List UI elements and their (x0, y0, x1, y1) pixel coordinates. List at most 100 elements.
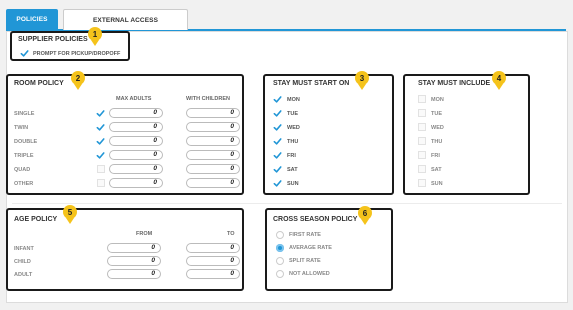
with-children-input[interactable]: 0 (186, 178, 240, 188)
age-to-input[interactable]: 0 (186, 269, 240, 279)
cross-season-radio[interactable] (276, 257, 284, 265)
start-day-checkbox[interactable] (273, 179, 282, 188)
start-day-label: FRI (287, 153, 296, 159)
pickup-dropoff-checkbox[interactable] (20, 49, 29, 58)
include-day-checkbox[interactable] (418, 109, 426, 117)
age-group-label: ADULT (14, 272, 33, 278)
include-day-label: TUE (431, 111, 442, 117)
with-children-input[interactable]: 0 (186, 136, 240, 146)
room-type-label: TWIN (14, 125, 29, 131)
max-adults-input[interactable]: 0 (109, 178, 163, 188)
start-day-checkbox[interactable] (273, 95, 282, 104)
age-to-input[interactable]: 0 (186, 256, 240, 266)
include-day-label: FRI (431, 153, 440, 159)
with-children-input[interactable]: 0 (186, 164, 240, 174)
to-header: TO (227, 231, 235, 237)
room-type-checkbox[interactable] (96, 109, 105, 118)
checkmark-icon (96, 124, 105, 131)
tab-policies[interactable]: POLICIES (6, 9, 58, 30)
checkmark-icon (273, 124, 282, 131)
checkmark-icon (273, 96, 282, 103)
include-day-label: THU (431, 139, 443, 145)
include-day-checkbox[interactable] (418, 95, 426, 103)
with-children-input[interactable]: 0 (186, 108, 240, 118)
cross-season-radio[interactable] (276, 231, 284, 239)
start-day-checkbox[interactable] (273, 151, 282, 160)
room-type-label: QUAD (14, 167, 31, 173)
age-group-label: CHILD (14, 259, 31, 265)
include-day-label: SUN (431, 181, 443, 187)
checkmark-icon (273, 110, 282, 117)
checkmark-icon (273, 166, 282, 173)
cross-season-option-label: SPLIT RATE (289, 258, 321, 264)
start-day-checkbox[interactable] (273, 109, 282, 118)
age-from-input[interactable]: 0 (107, 243, 161, 253)
badge-1: 1 (88, 27, 102, 46)
stay-must-include-section: STAY MUST INCLUDE MON TUE WED THU FRI SAT SUN (403, 74, 530, 195)
checkmark-icon (273, 138, 282, 145)
start-day-label: THU (287, 139, 299, 145)
badge-6: 6 (358, 206, 372, 225)
include-day-checkbox[interactable] (418, 123, 426, 131)
max-adults-input[interactable]: 0 (109, 150, 163, 160)
checkmark-icon (96, 152, 105, 159)
supplier-policies-title: SUPPLIER POLICIES (18, 36, 88, 43)
badge-4: 4 (492, 71, 506, 90)
with-children-input[interactable]: 0 (186, 150, 240, 160)
age-policy-title: AGE POLICY (14, 216, 58, 223)
room-type-checkbox[interactable] (96, 123, 105, 132)
start-day-label: TUE (287, 111, 298, 117)
stay-must-start-on-title: STAY MUST START ON (273, 80, 350, 87)
checkmark-icon (96, 110, 105, 117)
cross-season-radio[interactable] (276, 244, 284, 252)
badge-2: 2 (71, 71, 85, 90)
age-group-label: INFANT (14, 246, 34, 252)
include-day-checkbox[interactable] (418, 165, 426, 173)
include-day-label: MON (431, 97, 444, 103)
include-day-label: WED (431, 125, 444, 131)
include-day-checkbox[interactable] (418, 137, 426, 145)
start-day-label: SUN (287, 181, 299, 187)
start-day-checkbox[interactable] (273, 137, 282, 146)
with-children-input[interactable]: 0 (186, 122, 240, 132)
include-day-checkbox[interactable] (418, 179, 426, 187)
room-type-checkbox[interactable] (97, 165, 105, 173)
include-day-checkbox[interactable] (418, 151, 426, 159)
badge-3: 3 (355, 71, 369, 90)
start-day-label: MON (287, 97, 300, 103)
age-to-input[interactable]: 0 (186, 243, 240, 253)
cross-season-option-label: NOT ALLOWED (289, 271, 330, 277)
age-policy-section: AGE POLICY FROM TO INFANT 0 0 CHILD 0 0 ADULT 0… (6, 208, 244, 291)
tab-external-access[interactable]: EXTERNAL ACCESS (63, 9, 188, 30)
max-adults-header: MAX ADULTS (116, 96, 152, 102)
max-adults-input[interactable]: 0 (109, 136, 163, 146)
start-day-checkbox[interactable] (273, 123, 282, 132)
cross-season-option-label: FIRST RATE (289, 232, 321, 238)
age-from-input[interactable]: 0 (107, 269, 161, 279)
checkmark-icon (273, 152, 282, 159)
room-policy-title: ROOM POLICY (14, 80, 64, 87)
room-type-label: OTHER (14, 181, 34, 187)
max-adults-input[interactable]: 0 (109, 122, 163, 132)
room-type-checkbox[interactable] (96, 137, 105, 146)
max-adults-input[interactable]: 0 (109, 108, 163, 118)
stay-must-include-title: STAY MUST INCLUDE (418, 80, 491, 87)
start-day-checkbox[interactable] (273, 165, 282, 174)
checkmark-icon (273, 180, 282, 187)
max-adults-input[interactable]: 0 (109, 164, 163, 174)
age-from-input[interactable]: 0 (107, 256, 161, 266)
cross-season-radio[interactable] (276, 270, 284, 278)
room-type-label: DOUBLE (14, 139, 38, 145)
room-policy-section: ROOM POLICY MAX ADULTS WITH CHILDREN SIN… (6, 74, 244, 195)
room-type-checkbox[interactable] (97, 179, 105, 187)
room-type-checkbox[interactable] (96, 151, 105, 160)
room-type-label: TRIPLE (14, 153, 34, 159)
cross-season-policy-title: CROSS SEASON POLICY (273, 216, 358, 223)
checkmark-icon (20, 50, 29, 57)
checkmark-icon (96, 138, 105, 145)
cross-season-option-label: AVERAGE RATE (289, 245, 332, 251)
with-children-header: WITH CHILDREN (186, 96, 230, 102)
start-day-label: WED (287, 125, 300, 131)
stay-must-start-on-section: STAY MUST START ON MON TUE WED THU FRI SAT SUN (263, 74, 394, 195)
cross-season-policy-section: CROSS SEASON POLICY FIRST RATE AVERAGE RA… (265, 208, 393, 291)
